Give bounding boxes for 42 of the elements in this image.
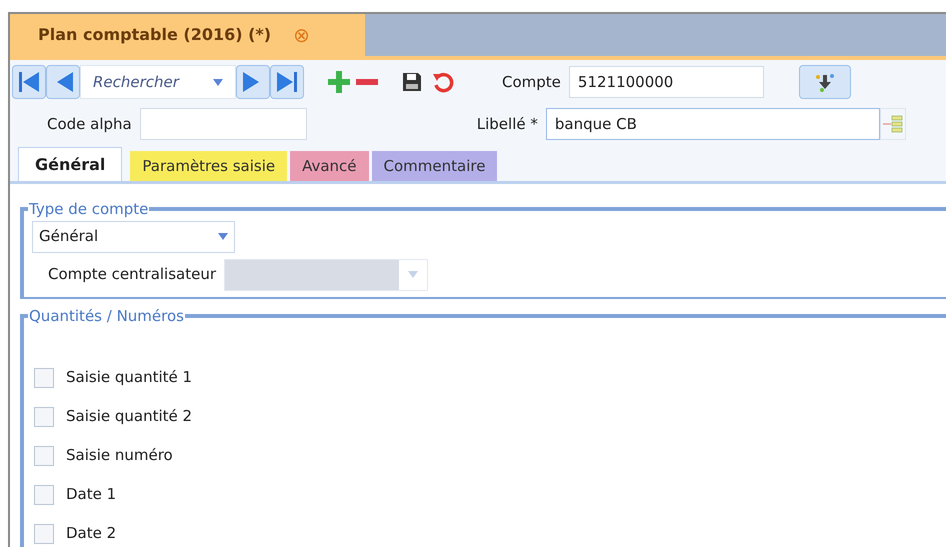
last-button[interactable] (270, 65, 304, 99)
last-icon (275, 70, 299, 94)
checkbox-label: Saisie quantité 1 (66, 367, 192, 388)
checkbox[interactable] (34, 484, 54, 504)
checkbox[interactable] (34, 524, 54, 544)
checkbox-label: Saisie numéro (66, 445, 173, 466)
compte-label: Compte (502, 72, 561, 93)
checkbox-label: Date 1 (66, 484, 116, 506)
libelle-field[interactable]: banque CB (546, 108, 880, 140)
code-alpha-field[interactable] (140, 108, 307, 140)
document-tab[interactable]: Plan comptable (2016) (*) ⊗ (10, 14, 365, 56)
search-placeholder: Rechercher (93, 72, 179, 93)
save-icon[interactable] (402, 72, 422, 92)
document-title: Plan comptable (2016) (*) (38, 24, 272, 46)
search-combobox[interactable]: Rechercher (80, 65, 236, 99)
centralisateur-label: Compte centralisateur (48, 264, 216, 286)
quantites-legend: Quantités / Numéros (28, 305, 185, 328)
dropdown-arrow-icon (218, 233, 228, 240)
type-de-compte-legend: Type de compte (28, 198, 150, 220)
tab[interactable]: Général (18, 147, 122, 181)
undo-icon[interactable] (432, 71, 454, 93)
dropdown-arrow-icon (408, 271, 418, 278)
checkbox[interactable] (34, 368, 54, 388)
tab[interactable]: Avancé (290, 151, 369, 181)
list-icon[interactable] (880, 108, 906, 140)
add-icon[interactable] (328, 71, 350, 93)
tab[interactable]: Paramètres saisie (130, 151, 288, 181)
previous-button[interactable] (46, 65, 80, 99)
first-button[interactable] (12, 65, 46, 99)
type-select[interactable]: Général (32, 220, 235, 252)
checkbox[interactable] (34, 446, 54, 466)
compte-field[interactable]: 5121100000 (568, 66, 764, 98)
tab[interactable]: Commentaire (372, 151, 498, 181)
libelle-label: Libellé * (476, 114, 538, 135)
next-button[interactable] (236, 65, 270, 99)
first-icon (17, 70, 41, 94)
checkbox-label: Saisie quantité 2 (66, 406, 192, 428)
code-alpha-label: Code alpha (47, 114, 132, 135)
dropdown-arrow-icon (213, 78, 223, 86)
checkbox[interactable] (34, 406, 54, 426)
renumber-button[interactable] (798, 65, 851, 99)
checkbox-label: Date 2 (66, 523, 116, 544)
